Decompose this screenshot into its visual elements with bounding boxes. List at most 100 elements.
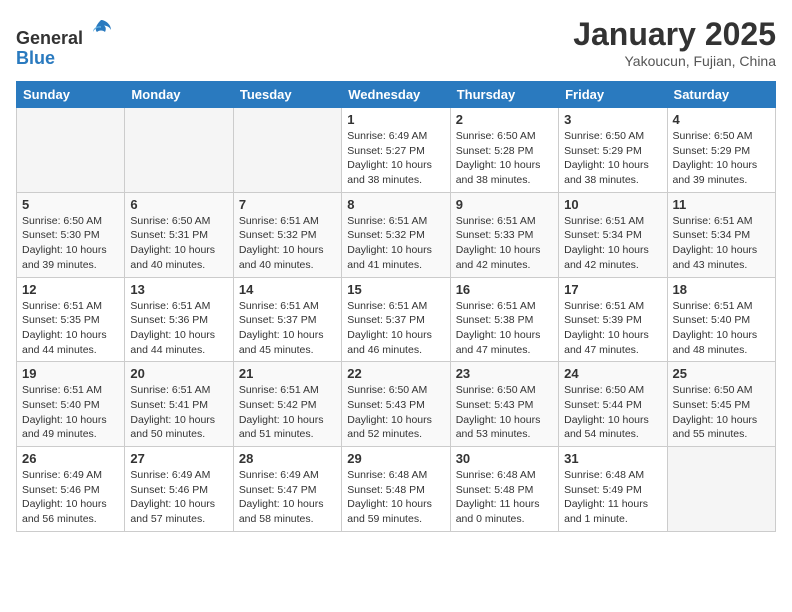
- day-number: 12: [22, 282, 119, 297]
- day-number: 9: [456, 197, 553, 212]
- calendar-cell: [233, 108, 341, 193]
- day-number: 5: [22, 197, 119, 212]
- day-number: 28: [239, 451, 336, 466]
- day-number: 31: [564, 451, 661, 466]
- calendar-cell: 9 Sunrise: 6:51 AM Sunset: 5:33 PM Daylig…: [450, 192, 558, 277]
- day-info: Sunrise: 6:51 AM Sunset: 5:37 PM Dayligh…: [239, 299, 336, 358]
- day-info: Sunrise: 6:51 AM Sunset: 5:39 PM Dayligh…: [564, 299, 661, 358]
- calendar-cell: 29 Sunrise: 6:48 AM Sunset: 5:48 PM Dayli…: [342, 447, 450, 532]
- day-number: 7: [239, 197, 336, 212]
- weekday-friday: Friday: [559, 82, 667, 108]
- day-info: Sunrise: 6:49 AM Sunset: 5:47 PM Dayligh…: [239, 468, 336, 527]
- day-number: 29: [347, 451, 444, 466]
- calendar-cell: 22Sunrise: 6:50 AM Sunset: 5:43 PM Dayli…: [342, 362, 450, 447]
- day-number: 16: [456, 282, 553, 297]
- weekday-thursday: Thursday: [450, 82, 558, 108]
- calendar-cell: 16 Sunrise: 6:51 AM Sunset: 5:38 PM Dayli…: [450, 277, 558, 362]
- calendar-cell: 8 Sunrise: 6:51 AM Sunset: 5:32 PM Daylig…: [342, 192, 450, 277]
- calendar-cell: 12 Sunrise: 6:51 AM Sunset: 5:35 PM Dayli…: [17, 277, 125, 362]
- page-header: General Blue January 2025 Yakoucun, Fuji…: [16, 16, 776, 69]
- calendar-cell: 27 Sunrise: 6:49 AM Sunset: 5:46 PM Dayli…: [125, 447, 233, 532]
- day-number: 6: [130, 197, 227, 212]
- day-info: Sunrise: 6:50 AM Sunset: 5:43 PM Dayligh…: [456, 383, 553, 442]
- calendar-table: SundayMondayTuesdayWednesdayThursdayFrid…: [16, 81, 776, 532]
- day-number: 25: [673, 366, 770, 381]
- day-number: 11: [673, 197, 770, 212]
- calendar-cell: 24Sunrise: 6:50 AM Sunset: 5:44 PM Dayli…: [559, 362, 667, 447]
- calendar-cell: 19 Sunrise: 6:51 AM Sunset: 5:40 PM Dayli…: [17, 362, 125, 447]
- day-number: 24: [564, 366, 661, 381]
- week-row-4: 26 Sunrise: 6:49 AM Sunset: 5:46 PM Dayli…: [17, 447, 776, 532]
- calendar-body: 1Sunrise: 6:49 AM Sunset: 5:27 PM Daylig…: [17, 108, 776, 532]
- day-info: Sunrise: 6:48 AM Sunset: 5:48 PM Dayligh…: [347, 468, 444, 527]
- day-info: Sunrise: 6:51 AM Sunset: 5:42 PM Dayligh…: [239, 383, 336, 442]
- day-info: Sunrise: 6:51 AM Sunset: 5:33 PM Dayligh…: [456, 214, 553, 273]
- day-info: Sunrise: 6:48 AM Sunset: 5:49 PM Dayligh…: [564, 468, 661, 527]
- day-info: Sunrise: 6:51 AM Sunset: 5:34 PM Dayligh…: [564, 214, 661, 273]
- calendar-cell: 25 Sunrise: 6:50 AM Sunset: 5:45 PM Dayli…: [667, 362, 775, 447]
- calendar-cell: 6 Sunrise: 6:50 AM Sunset: 5:31 PM Daylig…: [125, 192, 233, 277]
- day-number: 23: [456, 366, 553, 381]
- calendar-cell: [125, 108, 233, 193]
- location-subtitle: Yakoucun, Fujian, China: [573, 53, 776, 69]
- calendar-cell: 1Sunrise: 6:49 AM Sunset: 5:27 PM Daylig…: [342, 108, 450, 193]
- day-info: Sunrise: 6:50 AM Sunset: 5:29 PM Dayligh…: [564, 129, 661, 188]
- calendar-cell: [17, 108, 125, 193]
- day-number: 4: [673, 112, 770, 127]
- calendar-cell: 5 Sunrise: 6:50 AM Sunset: 5:30 PM Daylig…: [17, 192, 125, 277]
- calendar-cell: 4Sunrise: 6:50 AM Sunset: 5:29 PM Daylig…: [667, 108, 775, 193]
- day-number: 26: [22, 451, 119, 466]
- day-info: Sunrise: 6:51 AM Sunset: 5:37 PM Dayligh…: [347, 299, 444, 358]
- title-area: January 2025 Yakoucun, Fujian, China: [573, 16, 776, 69]
- day-number: 3: [564, 112, 661, 127]
- weekday-monday: Monday: [125, 82, 233, 108]
- week-row-2: 12 Sunrise: 6:51 AM Sunset: 5:35 PM Dayli…: [17, 277, 776, 362]
- calendar-cell: 2 Sunrise: 6:50 AM Sunset: 5:28 PM Daylig…: [450, 108, 558, 193]
- day-number: 13: [130, 282, 227, 297]
- day-info: Sunrise: 6:50 AM Sunset: 5:45 PM Dayligh…: [673, 383, 770, 442]
- calendar-cell: 10Sunrise: 6:51 AM Sunset: 5:34 PM Dayli…: [559, 192, 667, 277]
- day-number: 27: [130, 451, 227, 466]
- calendar-cell: 3 Sunrise: 6:50 AM Sunset: 5:29 PM Daylig…: [559, 108, 667, 193]
- calendar-cell: 21 Sunrise: 6:51 AM Sunset: 5:42 PM Dayli…: [233, 362, 341, 447]
- day-number: 15: [347, 282, 444, 297]
- day-info: Sunrise: 6:51 AM Sunset: 5:40 PM Dayligh…: [673, 299, 770, 358]
- day-info: Sunrise: 6:48 AM Sunset: 5:48 PM Dayligh…: [456, 468, 553, 527]
- day-info: Sunrise: 6:51 AM Sunset: 5:41 PM Dayligh…: [130, 383, 227, 442]
- month-title: January 2025: [573, 16, 776, 53]
- day-info: Sunrise: 6:51 AM Sunset: 5:36 PM Dayligh…: [130, 299, 227, 358]
- day-info: Sunrise: 6:51 AM Sunset: 5:35 PM Dayligh…: [22, 299, 119, 358]
- day-number: 19: [22, 366, 119, 381]
- day-info: Sunrise: 6:51 AM Sunset: 5:32 PM Dayligh…: [239, 214, 336, 273]
- calendar-cell: 14 Sunrise: 6:51 AM Sunset: 5:37 PM Dayli…: [233, 277, 341, 362]
- day-info: Sunrise: 6:50 AM Sunset: 5:30 PM Dayligh…: [22, 214, 119, 273]
- day-number: 18: [673, 282, 770, 297]
- day-number: 17: [564, 282, 661, 297]
- day-info: Sunrise: 6:51 AM Sunset: 5:40 PM Dayligh…: [22, 383, 119, 442]
- day-number: 21: [239, 366, 336, 381]
- logo-blue: Blue: [16, 48, 55, 68]
- day-info: Sunrise: 6:50 AM Sunset: 5:28 PM Dayligh…: [456, 129, 553, 188]
- calendar-cell: 20Sunrise: 6:51 AM Sunset: 5:41 PM Dayli…: [125, 362, 233, 447]
- day-number: 2: [456, 112, 553, 127]
- calendar-cell: 26Sunrise: 6:49 AM Sunset: 5:46 PM Dayli…: [17, 447, 125, 532]
- weekday-header-row: SundayMondayTuesdayWednesdayThursdayFrid…: [17, 82, 776, 108]
- day-info: Sunrise: 6:51 AM Sunset: 5:38 PM Dayligh…: [456, 299, 553, 358]
- calendar-cell: 23 Sunrise: 6:50 AM Sunset: 5:43 PM Dayli…: [450, 362, 558, 447]
- week-row-3: 19 Sunrise: 6:51 AM Sunset: 5:40 PM Dayli…: [17, 362, 776, 447]
- day-number: 14: [239, 282, 336, 297]
- week-row-0: 1Sunrise: 6:49 AM Sunset: 5:27 PM Daylig…: [17, 108, 776, 193]
- calendar-cell: 15 Sunrise: 6:51 AM Sunset: 5:37 PM Dayli…: [342, 277, 450, 362]
- calendar-cell: 31 Sunrise: 6:48 AM Sunset: 5:49 PM Dayli…: [559, 447, 667, 532]
- calendar-cell: [667, 447, 775, 532]
- day-info: Sunrise: 6:49 AM Sunset: 5:46 PM Dayligh…: [130, 468, 227, 527]
- day-number: 30: [456, 451, 553, 466]
- calendar-cell: 28 Sunrise: 6:49 AM Sunset: 5:47 PM Dayli…: [233, 447, 341, 532]
- calendar-cell: 17 Sunrise: 6:51 AM Sunset: 5:39 PM Dayli…: [559, 277, 667, 362]
- day-info: Sunrise: 6:49 AM Sunset: 5:27 PM Dayligh…: [347, 129, 444, 188]
- day-number: 8: [347, 197, 444, 212]
- day-info: Sunrise: 6:50 AM Sunset: 5:31 PM Dayligh…: [130, 214, 227, 273]
- calendar-cell: 18 Sunrise: 6:51 AM Sunset: 5:40 PM Dayli…: [667, 277, 775, 362]
- logo-bird-icon: [87, 16, 115, 44]
- day-info: Sunrise: 6:51 AM Sunset: 5:32 PM Dayligh…: [347, 214, 444, 273]
